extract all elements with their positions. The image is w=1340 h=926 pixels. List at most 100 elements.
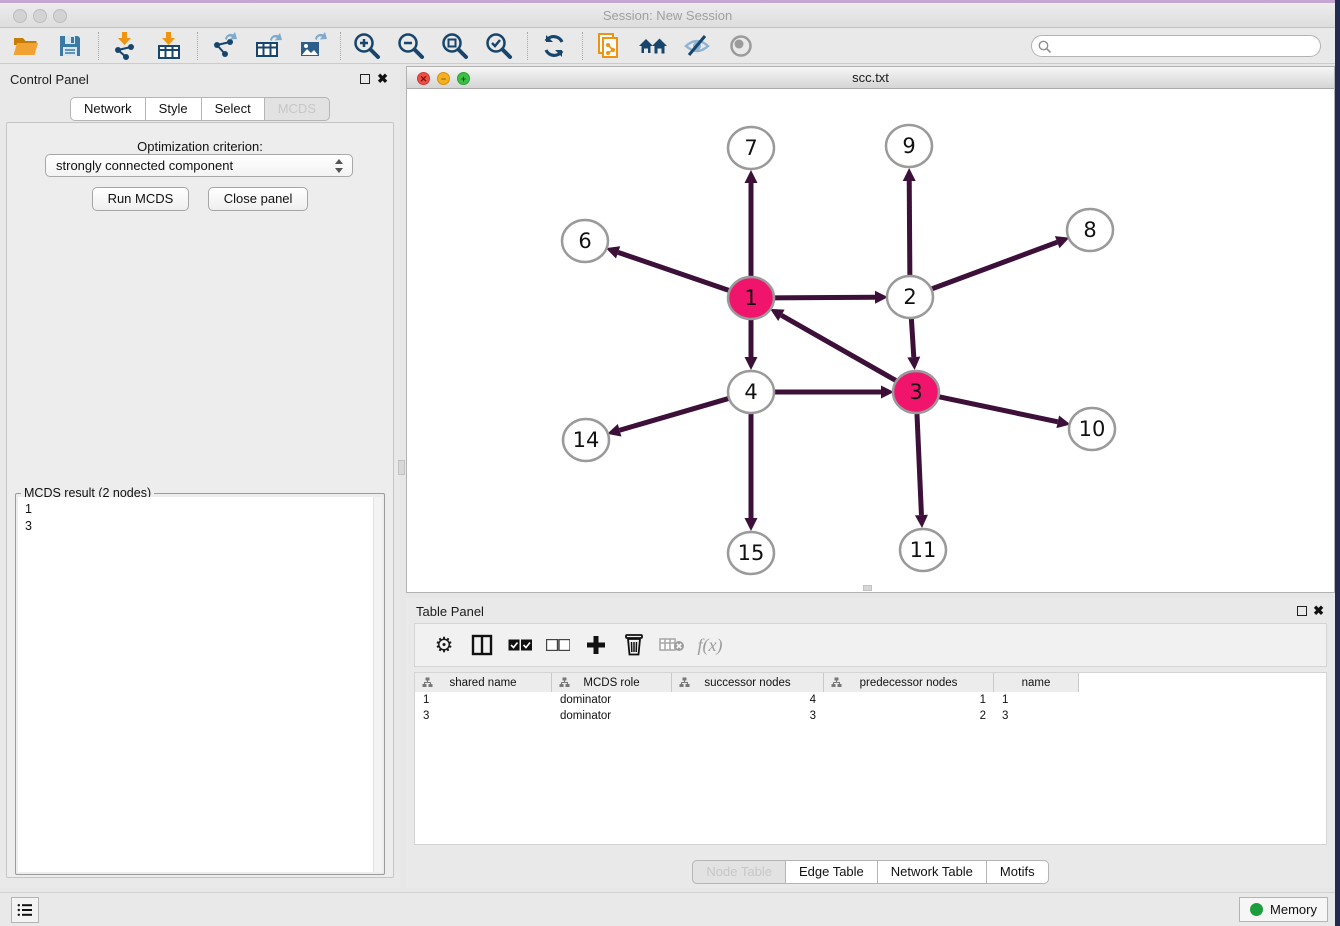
graph-node-label: 15 xyxy=(738,541,765,565)
table-row[interactable]: 3 dominator 3 2 3 xyxy=(415,708,1326,724)
export-network-icon[interactable] xyxy=(208,30,240,62)
import-network-icon[interactable] xyxy=(109,30,141,62)
node-table[interactable]: shared name MCDS role successor nodes pr… xyxy=(414,672,1327,845)
select-all-icon[interactable] xyxy=(505,630,535,660)
search-field[interactable] xyxy=(1031,35,1321,57)
graph-node-label: 10 xyxy=(1079,417,1106,441)
cell-shared-name[interactable]: 1 xyxy=(415,692,552,708)
tab-mcds[interactable]: MCDS xyxy=(265,97,330,121)
result-line: 3 xyxy=(25,518,382,535)
graph-edge-3-11[interactable] xyxy=(917,412,922,515)
gear-icon[interactable]: ⚙ xyxy=(429,630,459,660)
criterion-dropdown[interactable]: strongly connected component xyxy=(45,154,353,177)
splitter-handle[interactable] xyxy=(398,460,405,475)
close-panel-icon[interactable]: ✖ xyxy=(377,71,388,87)
graph-node-label: 8 xyxy=(1083,218,1096,242)
open-folder-icon[interactable] xyxy=(10,30,42,62)
table-panel-title: Table Panel xyxy=(416,604,484,619)
column-header-name[interactable]: name xyxy=(994,673,1079,692)
delete-column-icon[interactable] xyxy=(619,630,649,660)
graph-node-label: 6 xyxy=(578,229,591,253)
close-table-panel-icon[interactable]: ✖ xyxy=(1313,603,1324,619)
float-table-panel-icon[interactable] xyxy=(1297,606,1307,616)
show-eye-icon[interactable] xyxy=(725,30,757,62)
graph-node-label: 2 xyxy=(903,285,916,309)
graph-arrowhead xyxy=(907,357,920,370)
result-scrollbar[interactable] xyxy=(373,497,382,872)
canvas-splitter-handle[interactable] xyxy=(863,585,872,591)
column-header-shared-name[interactable]: shared name xyxy=(415,673,552,692)
column-header-successor-nodes[interactable]: successor nodes xyxy=(672,673,824,692)
zoom-in-icon[interactable] xyxy=(351,30,383,62)
graph-edge-2-8[interactable] xyxy=(929,242,1057,290)
tab-network[interactable]: Network xyxy=(70,97,146,121)
toolbar-separator xyxy=(527,32,528,60)
graph-node-label: 14 xyxy=(573,428,600,452)
cell-name[interactable]: 3 xyxy=(994,708,1079,724)
close-panel-button[interactable]: Close panel xyxy=(208,187,309,211)
mcds-result-textarea[interactable]: 1 3 xyxy=(18,497,382,872)
graph-node-label: 4 xyxy=(744,380,757,404)
refresh-icon[interactable] xyxy=(538,30,570,62)
homes-icon[interactable] xyxy=(637,30,669,62)
deselect-all-icon[interactable] xyxy=(543,630,573,660)
run-mcds-button[interactable]: Run MCDS xyxy=(92,187,190,211)
cell-mcds-role[interactable]: dominator xyxy=(552,692,672,708)
cell-predecessor-nodes[interactable]: 1 xyxy=(824,692,994,708)
cell-successor-nodes[interactable]: 3 xyxy=(672,708,824,724)
graph-node-label: 9 xyxy=(902,134,915,158)
zoom-selected-icon[interactable] xyxy=(483,30,515,62)
table-row[interactable]: 1 dominator 4 1 1 xyxy=(415,692,1326,708)
network-canvas[interactable]: 1234678910111415 xyxy=(407,89,1334,592)
graph-edge-3-1[interactable] xyxy=(781,315,898,382)
hierarchy-icon xyxy=(559,677,570,691)
save-icon[interactable] xyxy=(54,30,86,62)
graph-edge-4-14[interactable] xyxy=(620,398,732,431)
tab-motifs[interactable]: Motifs xyxy=(987,860,1049,884)
export-image-icon[interactable] xyxy=(296,30,328,62)
graph-edge-2-3[interactable] xyxy=(911,317,914,357)
zoom-out-icon[interactable] xyxy=(395,30,427,62)
toolbar-separator xyxy=(340,32,341,60)
cell-name[interactable]: 1 xyxy=(994,692,1079,708)
chevron-updown-icon xyxy=(335,158,344,174)
network-graph: 1234678910111415 xyxy=(407,89,1334,593)
delete-table-icon[interactable] xyxy=(657,630,687,660)
control-panel-tabs: Network Style Select MCDS xyxy=(0,97,400,121)
zoom-fit-icon[interactable] xyxy=(439,30,471,62)
cell-shared-name[interactable]: 3 xyxy=(415,708,552,724)
network-window-titlebar[interactable]: ✕ − + scc.txt xyxy=(407,67,1334,89)
graph-edge-1-6[interactable] xyxy=(618,252,732,291)
tab-edge-table[interactable]: Edge Table xyxy=(786,860,878,884)
export-table-icon[interactable] xyxy=(252,30,284,62)
import-table-icon[interactable] xyxy=(153,30,185,62)
cell-successor-nodes[interactable]: 4 xyxy=(672,692,824,708)
search-input[interactable] xyxy=(1056,37,1314,55)
graph-edge-1-2[interactable] xyxy=(771,297,875,298)
graph-edge-2-9[interactable] xyxy=(909,181,910,277)
result-line: 1 xyxy=(25,501,382,518)
cell-predecessor-nodes[interactable]: 2 xyxy=(824,708,994,724)
function-builder-icon[interactable]: f(x) xyxy=(695,630,725,660)
column-header-mcds-role[interactable]: MCDS role xyxy=(552,673,672,692)
header-filler xyxy=(1079,673,1326,692)
graph-edge-3-10[interactable] xyxy=(936,396,1058,422)
hide-eye-icon[interactable] xyxy=(681,30,713,62)
tab-select[interactable]: Select xyxy=(202,97,265,121)
cell-mcds-role[interactable]: dominator xyxy=(552,708,672,724)
tab-style[interactable]: Style xyxy=(146,97,202,121)
columns-icon[interactable] xyxy=(467,630,497,660)
task-history-button[interactable] xyxy=(11,897,39,923)
column-header-predecessor-nodes[interactable]: predecessor nodes xyxy=(824,673,994,692)
copy-network-icon[interactable] xyxy=(593,30,625,62)
memory-button[interactable]: Memory xyxy=(1239,897,1328,922)
hierarchy-icon xyxy=(422,677,433,691)
add-column-icon[interactable] xyxy=(581,630,611,660)
toolbar-separator xyxy=(98,32,99,60)
float-panel-icon[interactable] xyxy=(360,74,370,84)
tab-network-table[interactable]: Network Table xyxy=(878,860,987,884)
tab-node-table[interactable]: Node Table xyxy=(692,860,786,884)
hierarchy-icon xyxy=(831,677,842,691)
table-panel-header: Table Panel ✖ xyxy=(406,598,1335,624)
toolbar-separator xyxy=(197,32,198,60)
